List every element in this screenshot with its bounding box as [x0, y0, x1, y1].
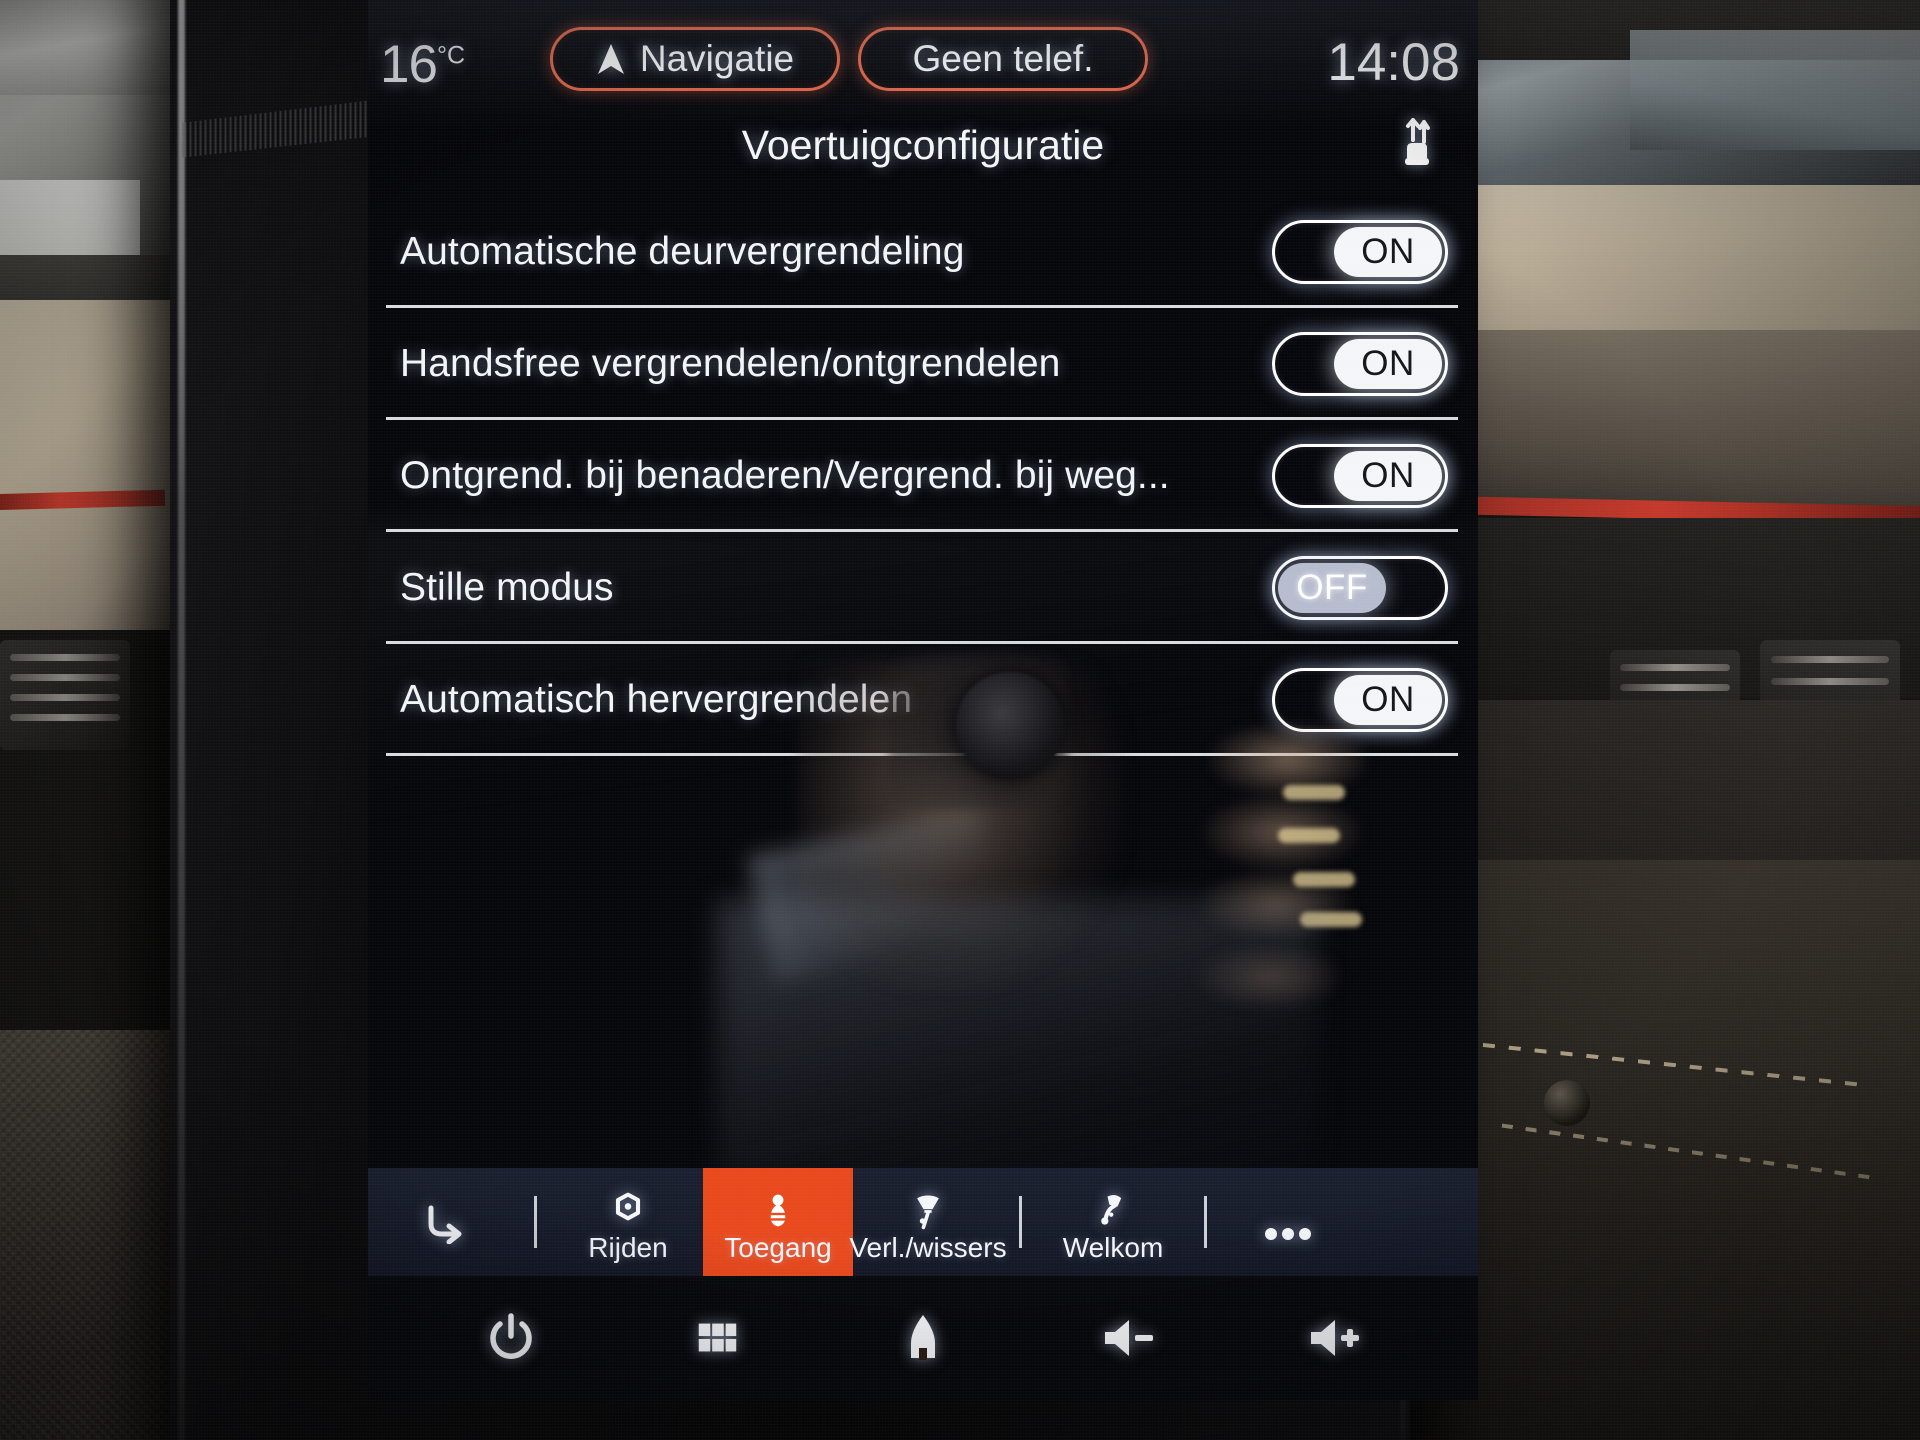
outside-temperature: 16°C — [380, 34, 465, 95]
system-bar — [368, 1276, 1478, 1400]
more-options-button[interactable] — [1223, 1168, 1353, 1276]
navigation-pill-label: Navigatie — [639, 38, 795, 79]
toggle-auto-relock[interactable]: ON — [1272, 668, 1448, 732]
app-bar-item-welkom[interactable]: Welkom — [1038, 1168, 1188, 1276]
app-bar-divider-3 — [1204, 1196, 1207, 1248]
toggle-state-label: OFF — [1278, 563, 1386, 613]
toggle-state-label: ON — [1334, 675, 1442, 725]
setting-row-handsfree-lock-unlock[interactable]: Handsfree vergrendelen/ontgrendelen ON — [382, 308, 1464, 420]
power-button[interactable] — [465, 1292, 557, 1384]
ambient-red-trim-left — [0, 489, 166, 511]
infotainment-screen: 16°C Navigatie Geen telef. 14:08 Voertui… — [368, 0, 1478, 1400]
car-interior-photo: 16°C Navigatie Geen telef. 14:08 Voertui… — [0, 0, 1920, 1440]
seat-position-icon[interactable] — [1394, 118, 1438, 172]
ambient-console-hole — [1544, 1080, 1590, 1126]
app-bar-item-label: Welkom — [1062, 1232, 1164, 1263]
toggle-state-label: ON — [1334, 227, 1442, 277]
app-bar-item-label: Toegang — [724, 1232, 832, 1263]
air-vent-left — [0, 640, 130, 750]
app-bar-divider-1 — [534, 1196, 537, 1248]
volume-down-icon — [1099, 1314, 1159, 1362]
screen-reflection-nail-2 — [1278, 828, 1340, 843]
key-icon — [758, 1187, 798, 1231]
page-title: Voertuigconfiguratie — [741, 122, 1105, 168]
temperature-value: 16 — [380, 35, 438, 94]
app-bar-item-label: Rijden — [588, 1232, 668, 1263]
app-bar-item-rijden[interactable]: Rijden — [553, 1168, 703, 1276]
app-bar-item-toegang[interactable]: Toegang — [703, 1168, 853, 1276]
ambient-window-left — [0, 180, 140, 300]
status-bar: 16°C Navigatie Geen telef. 14:08 — [368, 0, 1478, 118]
phone-pill[interactable]: Geen telef. — [858, 27, 1148, 91]
home-icon — [895, 1310, 951, 1366]
toggle-unlock-on-approach[interactable]: ON — [1272, 444, 1448, 508]
ambient-stitching-right — [1430, 1037, 1860, 1087]
phone-pill-label: Geen telef. — [912, 38, 1094, 79]
toggle-handsfree-lock-unlock[interactable]: ON — [1272, 332, 1448, 396]
app-bar-item-label: Verl./wissers — [849, 1232, 1007, 1263]
app-bar-divider-2 — [1019, 1196, 1022, 1248]
more-options-icon — [1262, 1200, 1314, 1244]
screen-reflection-nail-4 — [1300, 912, 1362, 927]
setting-row-silent-mode[interactable]: Stille modus OFF — [382, 532, 1464, 644]
headlight-wiper-icon — [908, 1187, 948, 1231]
air-vent-right-inner — [1610, 650, 1740, 760]
bezel-highlight-left — [178, 0, 185, 1440]
toggle-auto-door-lock[interactable]: ON — [1272, 220, 1448, 284]
volume-up-button[interactable] — [1289, 1292, 1381, 1384]
volume-up-icon — [1305, 1314, 1365, 1362]
setting-row-auto-relock[interactable]: Automatisch hervergrendelen ON — [382, 644, 1464, 756]
ambient-dash-top-left — [0, 255, 175, 345]
apps-grid-icon — [692, 1313, 742, 1363]
welcome-lighting-icon — [1093, 1187, 1133, 1231]
screen-reflection-nail-1 — [1283, 785, 1345, 800]
toggle-state-label: ON — [1334, 339, 1442, 389]
volume-down-button[interactable] — [1083, 1292, 1175, 1384]
setting-row-unlock-on-approach[interactable]: Ontgrend. bij benaderen/Vergrend. bij we… — [382, 420, 1464, 532]
ambient-glass-highlight-right — [1630, 30, 1920, 150]
ambient-door-panel-left — [0, 300, 170, 630]
ambient-ceiling-left — [0, 0, 190, 290]
setting-row-auto-door-lock[interactable]: Automatische deurvergrendeling ON — [382, 196, 1464, 308]
apps-button[interactable] — [671, 1292, 763, 1384]
screen-reflection-nail-3 — [1293, 872, 1355, 887]
ambient-stitching-right-2 — [1501, 1123, 1879, 1181]
settings-list: Automatische deurvergrendeling ON Handsf… — [382, 196, 1464, 756]
setting-label: Automatische deurvergrendeling — [400, 230, 965, 273]
temperature-unit: °C — [436, 41, 466, 70]
navigation-pill[interactable]: Navigatie — [550, 27, 840, 91]
home-button[interactable] — [877, 1292, 969, 1384]
clock: 14:08 — [1327, 33, 1460, 92]
screen-reflection-clothing-highlight — [747, 806, 1009, 984]
setting-label: Handsfree vergrendelen/ontgrendelen — [400, 342, 1061, 385]
setting-label: Ontgrend. bij benaderen/Vergrend. bij we… — [400, 454, 1170, 497]
setting-label: Automatisch hervergrendelen — [400, 678, 913, 721]
toggle-state-label: ON — [1334, 451, 1442, 501]
setting-label: Stille modus — [400, 566, 614, 609]
ambient-ceiling-light-left — [0, 0, 175, 95]
air-vent-right — [1760, 640, 1900, 760]
steering-wheel-icon — [608, 1187, 648, 1231]
navigation-arrow-icon — [596, 42, 626, 76]
power-icon — [483, 1310, 539, 1366]
app-bar-item-verlichting-wissers[interactable]: Verl./wissers — [849, 1168, 1007, 1276]
toggle-silent-mode[interactable]: OFF — [1272, 556, 1448, 620]
back-arrow-icon — [419, 1200, 467, 1244]
back-button[interactable] — [368, 1168, 518, 1276]
app-navigation-bar: Rijden Toegang Verl./wissers Welkom — [368, 1168, 1478, 1276]
